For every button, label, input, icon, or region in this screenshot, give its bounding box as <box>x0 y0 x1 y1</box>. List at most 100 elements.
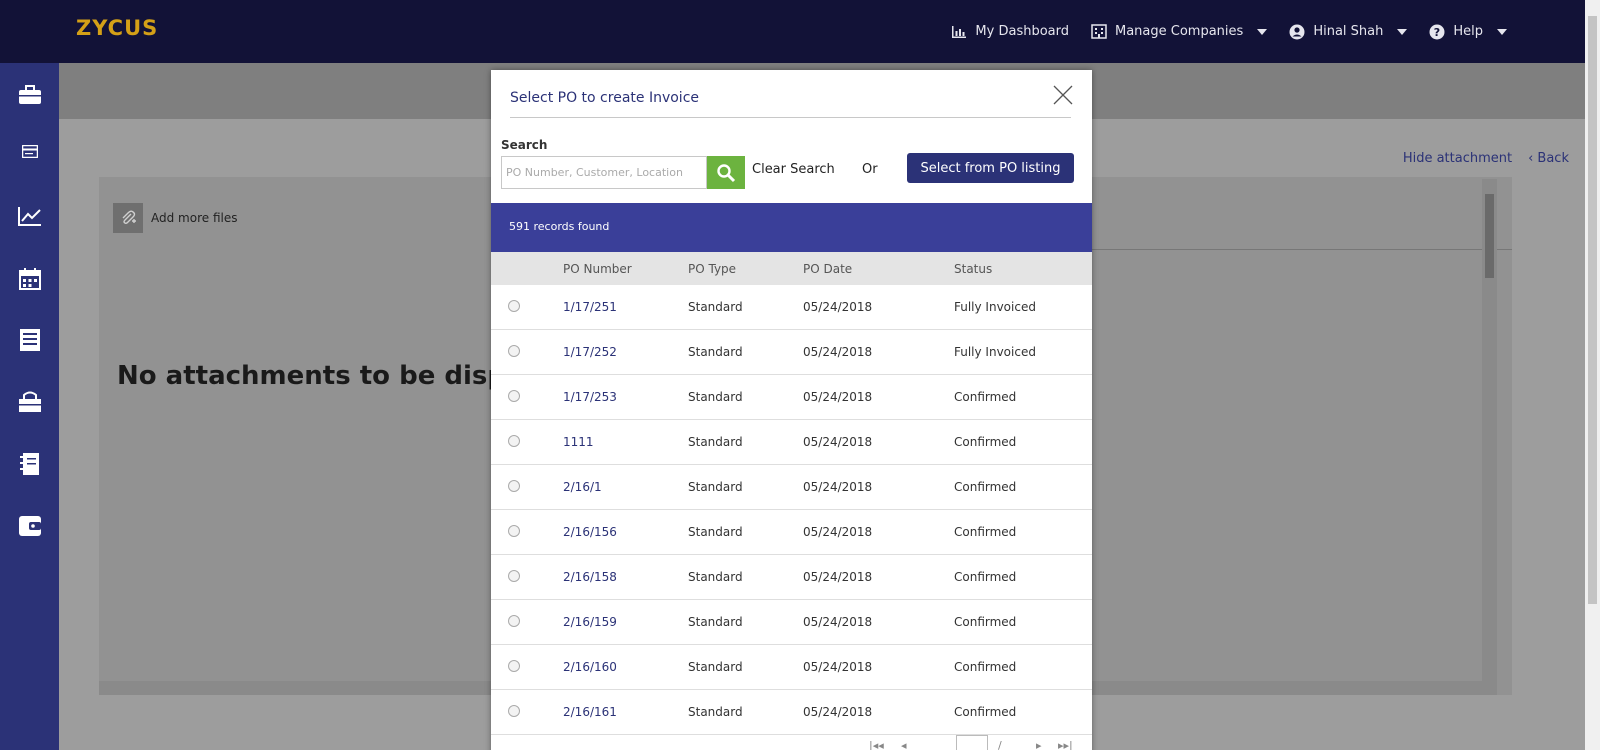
search-button[interactable] <box>707 156 745 189</box>
card-icon[interactable] <box>17 138 43 164</box>
status-cell: Confirmed <box>954 570 1017 584</box>
add-more-files-label: Add more files <box>151 211 238 225</box>
row-radio[interactable] <box>508 435 520 447</box>
page-number-input[interactable] <box>956 735 988 750</box>
table-row[interactable]: 1111 Standard 05/24/2018 Confirmed <box>491 420 1092 465</box>
po-number-link[interactable]: 1/17/251 <box>563 300 617 314</box>
table-row[interactable]: 2/16/156 Standard 05/24/2018 Confirmed <box>491 510 1092 555</box>
clear-search-link[interactable]: Clear Search <box>752 162 835 177</box>
row-radio[interactable] <box>508 345 520 357</box>
table-row[interactable]: 1/17/253 Standard 05/24/2018 Confirmed <box>491 375 1092 420</box>
row-radio[interactable] <box>508 705 520 717</box>
next-page-icon[interactable]: ▸ <box>1036 739 1042 750</box>
first-page-icon[interactable]: |◂◂ <box>869 739 884 750</box>
po-number-link[interactable]: 2/16/160 <box>563 660 617 674</box>
status-cell: Confirmed <box>954 615 1017 629</box>
page-scrollbar[interactable] <box>1585 0 1600 750</box>
po-date-cell: 05/24/2018 <box>803 480 873 494</box>
search-input[interactable] <box>501 156 707 189</box>
po-type-cell: Standard <box>688 615 743 629</box>
status-cell: Fully Invoiced <box>954 345 1036 359</box>
table-row[interactable]: 2/16/1 Standard 05/24/2018 Confirmed <box>491 465 1092 510</box>
panel-vertical-scrollbar[interactable] <box>1482 179 1497 681</box>
bar-chart-icon <box>952 25 967 38</box>
po-number-link[interactable]: 2/16/1 <box>563 480 602 494</box>
row-radio[interactable] <box>508 525 520 537</box>
notebook-icon[interactable] <box>17 451 43 477</box>
chevron-down-icon <box>1497 28 1507 35</box>
status-cell: Confirmed <box>954 390 1017 404</box>
table-row[interactable]: 2/16/158 Standard 05/24/2018 Confirmed <box>491 555 1092 600</box>
table-row[interactable]: 2/16/160 Standard 05/24/2018 Confirmed <box>491 645 1092 690</box>
last-page-icon[interactable]: ▸▸| <box>1058 739 1073 750</box>
user-menu[interactable]: Hinal Shah <box>1289 24 1408 40</box>
column-header-po-date[interactable]: PO Date <box>803 262 852 276</box>
po-type-cell: Standard <box>688 660 743 674</box>
po-type-cell: Standard <box>688 435 743 449</box>
row-radio[interactable] <box>508 615 520 627</box>
scroll-thumb[interactable] <box>1588 16 1597 604</box>
table-header: PO Number PO Type PO Date Status <box>491 252 1092 285</box>
table-row[interactable]: 1/17/252 Standard 05/24/2018 Fully Invoi… <box>491 330 1092 375</box>
svg-text:?: ? <box>1434 26 1440 39</box>
trend-chart-icon[interactable] <box>17 203 43 229</box>
add-more-files[interactable]: Add more files <box>113 203 237 233</box>
receipt-icon[interactable] <box>17 327 43 353</box>
column-header-status[interactable]: Status <box>954 262 992 276</box>
wallet-icon[interactable] <box>17 513 43 539</box>
back-link[interactable]: ‹ Back <box>1528 151 1569 166</box>
chevron-down-icon <box>1397 28 1408 35</box>
divider <box>510 117 1071 118</box>
or-label: Or <box>862 162 878 177</box>
help-menu[interactable]: ? Help <box>1429 24 1507 40</box>
po-type-cell: Standard <box>688 345 743 359</box>
po-type-cell: Standard <box>688 705 743 719</box>
po-number-link[interactable]: 1/17/253 <box>563 390 617 404</box>
manage-companies-menu[interactable]: Manage Companies <box>1091 24 1268 39</box>
zycus-logo[interactable]: ZYCUS <box>76 16 158 40</box>
table-row[interactable]: 2/16/161 Standard 05/24/2018 Confirmed <box>491 690 1092 735</box>
top-nav: My Dashboard Manage Companies Hinal Shah… <box>929 0 1507 63</box>
top-bar: ZYCUS My Dashboard Manage Companies Hina… <box>0 0 1585 63</box>
row-radio[interactable] <box>508 570 520 582</box>
po-date-cell: 05/24/2018 <box>803 345 873 359</box>
shopping-bag-icon[interactable] <box>17 389 43 415</box>
records-found-bar: 591 records found <box>491 203 1092 252</box>
hide-attachment-link[interactable]: Hide attachment <box>1403 151 1512 166</box>
modal-title: Select PO to create Invoice <box>510 90 699 106</box>
close-icon[interactable] <box>1052 84 1074 106</box>
page-separator: / <box>998 739 1002 750</box>
row-radio[interactable] <box>508 390 520 402</box>
calendar-icon[interactable] <box>17 266 43 292</box>
attachment-links: Hide attachment ‹ Back <box>1403 151 1569 166</box>
row-radio[interactable] <box>508 660 520 672</box>
scroll-thumb[interactable] <box>1485 194 1494 278</box>
po-date-cell: 05/24/2018 <box>803 705 873 719</box>
table-row[interactable]: 2/16/159 Standard 05/24/2018 Confirmed <box>491 600 1092 645</box>
po-date-cell: 05/24/2018 <box>803 435 873 449</box>
help-label: Help <box>1453 24 1483 39</box>
column-header-po-type[interactable]: PO Type <box>688 262 736 276</box>
po-type-cell: Standard <box>688 300 743 314</box>
table-row[interactable]: 1/17/251 Standard 05/24/2018 Fully Invoi… <box>491 285 1092 330</box>
user-icon <box>1289 24 1305 39</box>
po-date-cell: 05/24/2018 <box>803 300 873 314</box>
po-number-link[interactable]: 1111 <box>563 435 594 449</box>
po-date-cell: 05/24/2018 <box>803 615 873 629</box>
my-dashboard-label: My Dashboard <box>975 24 1069 39</box>
po-date-cell: 05/24/2018 <box>803 570 873 584</box>
row-radio[interactable] <box>508 480 520 492</box>
my-dashboard-link[interactable]: My Dashboard <box>951 24 1069 39</box>
po-number-link[interactable]: 2/16/156 <box>563 525 617 539</box>
prev-page-icon[interactable]: ◂ <box>901 739 907 750</box>
select-from-po-listing-button[interactable]: Select from PO listing <box>907 153 1074 183</box>
po-number-link[interactable]: 2/16/161 <box>563 705 617 719</box>
attach-icon <box>113 203 143 233</box>
po-number-link[interactable]: 1/17/252 <box>563 345 617 359</box>
po-number-link[interactable]: 2/16/158 <box>563 570 617 584</box>
briefcase-icon[interactable] <box>17 82 43 108</box>
status-cell: Confirmed <box>954 435 1017 449</box>
row-radio[interactable] <box>508 300 520 312</box>
column-header-po-number[interactable]: PO Number <box>563 262 632 276</box>
po-number-link[interactable]: 2/16/159 <box>563 615 617 629</box>
